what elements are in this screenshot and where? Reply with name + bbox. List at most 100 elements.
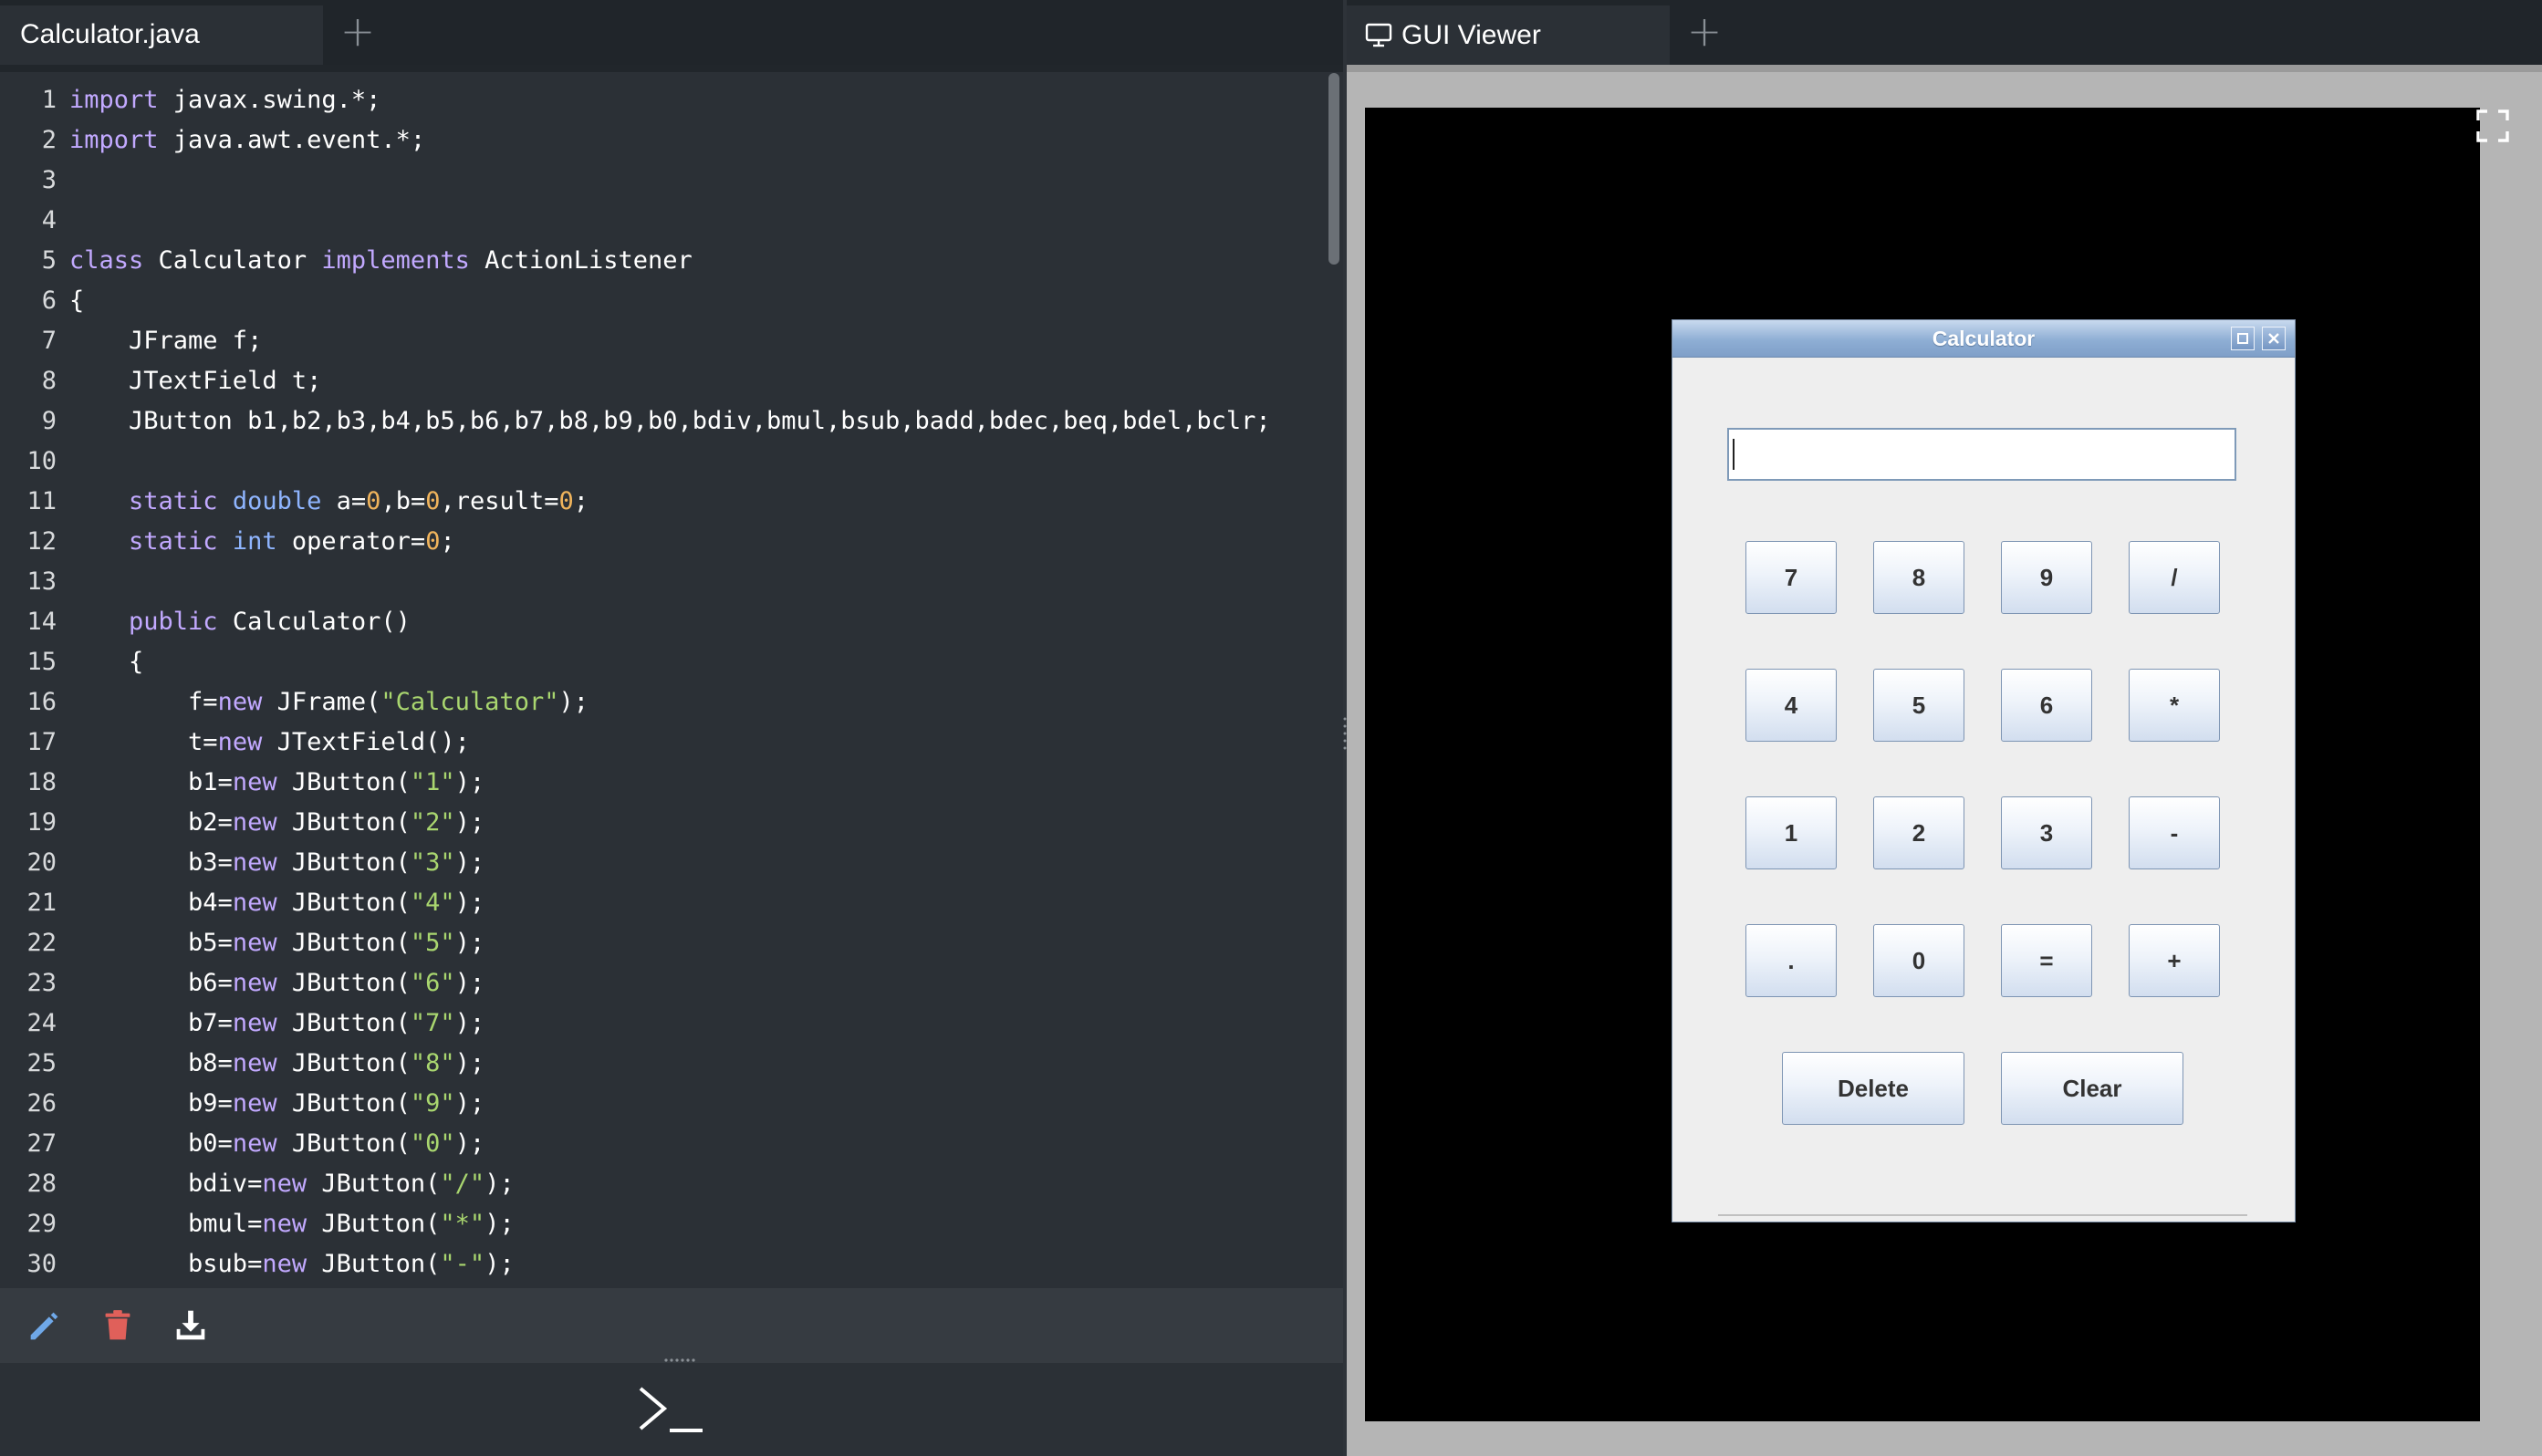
code-line[interactable]: 21 b4=new JButton("4");: [0, 883, 1323, 923]
code-line[interactable]: 3: [0, 161, 1323, 201]
key-5-button[interactable]: 5: [1873, 669, 1964, 742]
code-text: {: [69, 286, 85, 315]
code-line[interactable]: 22 b5=new JButton("5");: [0, 923, 1323, 963]
code-text: import java.awt.event.*;: [69, 126, 426, 154]
key-9-button[interactable]: 9: [2001, 541, 2092, 614]
code-line[interactable]: 24 b7=new JButton("7");: [0, 1004, 1323, 1044]
key-8-button[interactable]: 8: [1873, 541, 1964, 614]
code-line[interactable]: 23 b6=new JButton("6");: [0, 963, 1323, 1004]
key-2-button[interactable]: 2: [1873, 796, 1964, 869]
code-line[interactable]: 2 import java.awt.event.*;: [0, 120, 1323, 161]
add-tab-button[interactable]: +: [330, 5, 385, 60]
code-line[interactable]: 10: [0, 442, 1323, 482]
plus-icon: +: [339, 6, 376, 56]
line-number: 10: [26, 447, 57, 475]
line-number: 5: [41, 246, 57, 275]
code-line[interactable]: 4: [0, 201, 1323, 241]
code-line[interactable]: 9 JButton b1,b2,b3,b4,b5,b6,b7,b8,b9,b0,…: [0, 401, 1323, 442]
trash-icon[interactable]: [97, 1305, 139, 1347]
maximize-button[interactable]: [2231, 327, 2255, 350]
line-number: 26: [26, 1089, 57, 1118]
tab-calculator-java[interactable]: Calculator.java: [0, 5, 323, 65]
key-4-button[interactable]: 4: [1745, 669, 1837, 742]
code-text: b1=new JButton("1");: [69, 768, 485, 796]
viewer-tab-label: GUI Viewer: [1401, 19, 1541, 50]
code-line[interactable]: 29 bmul=new JButton("*");: [0, 1204, 1323, 1244]
calculator-title-bar[interactable]: Calculator: [1672, 320, 2295, 358]
close-icon: [2268, 333, 2279, 344]
line-number: 16: [26, 688, 57, 716]
line-number: 29: [26, 1210, 57, 1238]
code-text: b9=new JButton("9");: [69, 1089, 485, 1118]
code-text: bdiv=new JButton("/");: [69, 1170, 515, 1198]
line-number: 21: [26, 889, 57, 917]
code-text: b4=new JButton("4");: [69, 889, 485, 917]
code-line[interactable]: 25 b8=new JButton("8");: [0, 1044, 1323, 1084]
code-line[interactable]: 8 JTextField t;: [0, 361, 1323, 401]
viewer-tab-separator: [1347, 65, 2542, 72]
line-number: 6: [41, 286, 57, 315]
key-decimal-button[interactable]: .: [1745, 924, 1837, 997]
key-3-button[interactable]: 3: [2001, 796, 2092, 869]
key-add-button[interactable]: +: [2129, 924, 2220, 997]
key-subtract-button[interactable]: -: [2129, 796, 2220, 869]
code-line[interactable]: 18 b1=new JButton("1");: [0, 763, 1323, 803]
line-number: 4: [41, 206, 57, 234]
code-line[interactable]: 13: [0, 562, 1323, 602]
download-icon[interactable]: [170, 1305, 212, 1347]
gui-viewer-screen[interactable]: Calculator Delete Clear 78 9 / 4 5 6 * 1…: [1365, 108, 2480, 1421]
calculator-display-input[interactable]: [1727, 428, 2236, 481]
code-text: static double a=0,b=0,result=0;: [129, 487, 589, 515]
line-number: 27: [26, 1129, 57, 1158]
key-0-button[interactable]: 0: [1873, 924, 1964, 997]
code-line[interactable]: 6{: [0, 281, 1323, 321]
key-equals-button[interactable]: =: [2001, 924, 2092, 997]
calculator-window-title: Calculator: [1932, 327, 2036, 350]
line-number: 28: [26, 1170, 57, 1198]
monitor-icon: [1365, 23, 1392, 47]
pencil-icon[interactable]: [24, 1305, 66, 1347]
editor-pane: Calculator.java + 1 import javax.swing.*;…: [0, 0, 1343, 1456]
code-line[interactable]: 17 t=new JTextField();: [0, 723, 1323, 763]
tab-gui-viewer[interactable]: GUI Viewer: [1347, 5, 1670, 65]
code-editor[interactable]: 1 import javax.swing.*; 2 import java.awt.e…: [0, 73, 1323, 1286]
code-text: b7=new JButton("7");: [69, 1009, 485, 1037]
code-text: b8=new JButton("8");: [69, 1049, 485, 1077]
code-text: JButton b1,b2,b3,b4,b5,b6,b7,b8,b9,b0,bd…: [69, 407, 1271, 435]
code-line[interactable]: 15 {: [0, 642, 1323, 682]
key-7-button[interactable]: 7: [1745, 541, 1837, 614]
key-1-button[interactable]: 1: [1745, 796, 1837, 869]
code-line[interactable]: 7 JFrame f;: [0, 321, 1323, 361]
code-line[interactable]: 16 f=new JFrame("Calculator");: [0, 682, 1323, 723]
code-line[interactable]: 28 bdiv=new JButton("/");: [0, 1164, 1323, 1204]
code-line[interactable]: 11 static double a=0,b=0,result=0;: [0, 482, 1323, 522]
code-text: bmul=new JButton("*");: [69, 1210, 515, 1238]
line-number: 7: [41, 327, 57, 355]
code-line[interactable]: 30 bsub=new JButton("-");: [0, 1244, 1323, 1284]
code-line[interactable]: 27 b0=new JButton("0");: [0, 1124, 1323, 1164]
clear-button[interactable]: Clear: [2001, 1052, 2183, 1125]
close-button[interactable]: [2262, 327, 2286, 350]
maximize-icon: [2237, 333, 2248, 344]
code-line[interactable]: 1 import javax.swing.*;: [0, 80, 1323, 120]
code-line[interactable]: 20 b3=new JButton("3");: [0, 843, 1323, 883]
code-line[interactable]: 12 static int operator=0;: [0, 522, 1323, 562]
code-line[interactable]: 5 class Calculator implements ActionListe…: [0, 241, 1323, 281]
code-line[interactable]: 14 public Calculator(): [0, 602, 1323, 642]
code-line[interactable]: 19 b2=new JButton("2");: [0, 803, 1323, 843]
code-text: {: [69, 648, 144, 676]
key-6-button[interactable]: 6: [2001, 669, 2092, 742]
key-multiply-button[interactable]: *: [2129, 669, 2220, 742]
fullscreen-icon[interactable]: [2474, 108, 2511, 144]
line-number: 22: [26, 929, 57, 957]
delete-button[interactable]: Delete: [1782, 1052, 1964, 1125]
add-viewer-tab-button[interactable]: +: [1677, 5, 1732, 60]
key-divide-button[interactable]: /: [2129, 541, 2220, 614]
code-text: b6=new JButton("6");: [69, 969, 485, 997]
editor-scrollbar-thumb[interactable]: [1328, 73, 1339, 265]
code-text: bsub=new JButton("-");: [69, 1250, 515, 1278]
code-text: static int operator=0;: [129, 527, 455, 556]
line-number: 25: [26, 1049, 57, 1077]
code-line[interactable]: 26 b9=new JButton("9");: [0, 1084, 1323, 1124]
terminal-icon[interactable]: [633, 1383, 706, 1438]
